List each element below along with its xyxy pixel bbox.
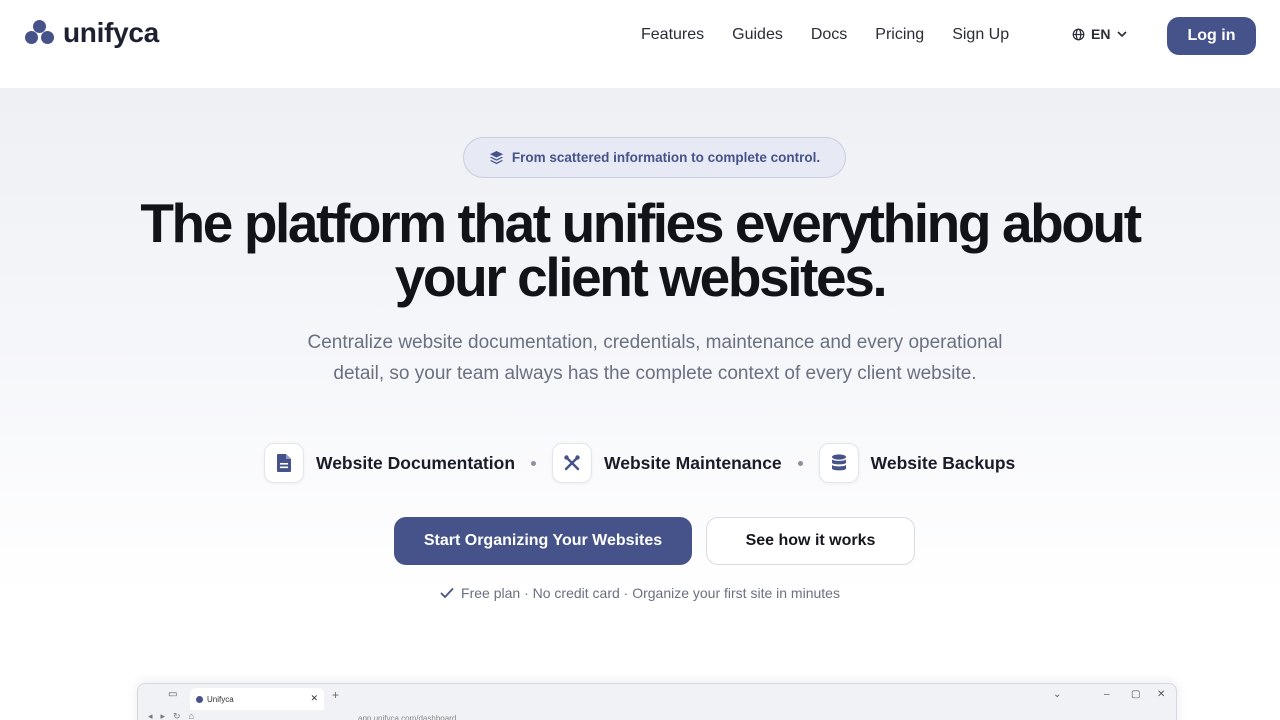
- tab-favicon-icon: [196, 695, 203, 703]
- signup-note: Free plan · No credit card · Organize yo…: [0, 585, 1280, 601]
- hero-headline: The platform that unifies everything abo…: [0, 196, 1280, 305]
- close-window-icon: ✕: [1157, 689, 1166, 700]
- signup-note-text: Free plan · No credit card · Organize yo…: [461, 585, 840, 601]
- tab-list-icon: ▭: [168, 689, 178, 700]
- tools-icon: [552, 443, 593, 483]
- site-header: unifyca Features Guides Docs Pricing Sig…: [0, 0, 1280, 88]
- chevron-down-icon: [1117, 31, 1128, 38]
- feature-item-maintenance: Website Maintenance: [552, 443, 782, 483]
- new-tab-icon: +: [332, 688, 340, 702]
- start-organizing-button[interactable]: Start Organizing Your Websites: [394, 517, 692, 565]
- globe-icon: [1072, 28, 1085, 40]
- brand-name: unifyca: [63, 17, 159, 48]
- nav-link-sign-up[interactable]: Sign Up: [952, 25, 1009, 45]
- preview-address-bar: app.unifyca.com/dashboard: [358, 714, 457, 720]
- feature-label: Website Backups: [870, 452, 1016, 473]
- feature-item-backups: Website Backups: [818, 443, 1016, 483]
- nav-link-docs[interactable]: Docs: [811, 25, 847, 45]
- nav-link-features[interactable]: Features: [641, 25, 704, 45]
- separator-dot: [797, 460, 803, 466]
- database-icon: [818, 443, 859, 483]
- logo-mark-icon: [25, 20, 55, 46]
- chevron-down-icon: ⌄: [1053, 689, 1062, 700]
- separator-dot: [531, 460, 537, 466]
- feature-item-documentation: Website Documentation: [264, 443, 515, 483]
- nav-link-pricing[interactable]: Pricing: [875, 25, 924, 45]
- language-selector[interactable]: EN: [1072, 26, 1134, 42]
- document-icon: [264, 443, 304, 483]
- preview-tab: Unifyca ✕: [190, 688, 324, 710]
- main-nav: Features Guides Docs Pricing Sign Up: [641, 25, 1037, 45]
- preview-tab-title: Unifyca: [207, 694, 234, 704]
- hero-subtitle: Centralize website documentation, creden…: [307, 332, 1003, 384]
- headline-line-2: your client websites.: [394, 246, 888, 308]
- maximize-icon: ▢: [1131, 689, 1141, 700]
- language-label: EN: [1091, 26, 1111, 42]
- check-icon: [440, 588, 454, 598]
- hero-section: [0, 88, 1280, 720]
- login-button[interactable]: Log in: [1167, 17, 1256, 55]
- minimize-icon: –: [1104, 689, 1110, 700]
- nav-link-guides[interactable]: Guides: [732, 25, 783, 45]
- feature-list: Website Documentation Website Maintenanc…: [264, 443, 1015, 483]
- headline-line-1: The platform that unifies everything abo…: [140, 192, 1142, 254]
- tagline-text: From scattered information to complete c…: [511, 150, 821, 165]
- brand-logo[interactable]: unifyca: [25, 17, 159, 49]
- close-tab-icon: ✕: [310, 693, 318, 703]
- browser-nav-icons: ◂▸↻⌂: [148, 711, 203, 720]
- tagline-pill: From scattered information to complete c…: [463, 137, 846, 178]
- feature-label: Website Documentation: [316, 452, 516, 473]
- app-preview-window: ▭ Unifyca ✕ + ⌄ – ▢ ✕ ◂▸↻⌂ app.unifyca.c…: [137, 683, 1177, 720]
- see-how-it-works-button[interactable]: See how it works: [706, 517, 915, 565]
- layers-icon: [489, 150, 503, 165]
- feature-label: Website Maintenance: [604, 452, 782, 473]
